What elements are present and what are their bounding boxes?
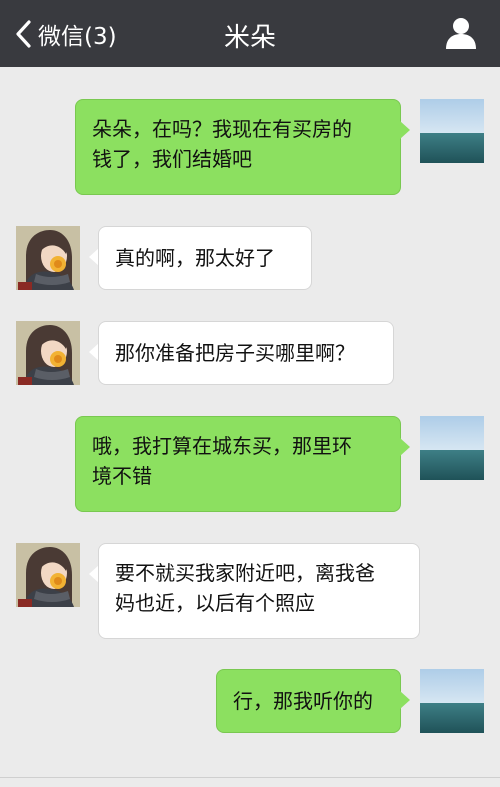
self-avatar[interactable]: [420, 99, 484, 163]
self-avatar[interactable]: [420, 669, 484, 733]
message-line: 那你准备把房子买哪里啊？: [115, 341, 355, 365]
contact-avatar[interactable]: [16, 543, 80, 607]
message-line: 钱了，我们结婚吧: [92, 147, 252, 171]
message-line: 境不错: [92, 464, 152, 488]
message-bubble[interactable]: 哦，我打算在城东买，那里环 境不错: [75, 416, 401, 512]
input-bar-divider: [0, 777, 500, 778]
message-bubble[interactable]: 那你准备把房子买哪里啊？: [98, 321, 394, 385]
contact-avatar[interactable]: [16, 226, 80, 290]
message-line: 朵朵，在吗？我现在有买房的: [92, 117, 352, 141]
message-line: 要不就买我家附近吧，离我爸: [115, 561, 375, 585]
message-line: 哦，我打算在城东买，那里环: [92, 434, 352, 458]
profile-icon[interactable]: [444, 16, 478, 50]
message-bubble[interactable]: 要不就买我家附近吧，离我爸 妈也近，以后有个照应: [98, 543, 420, 639]
message-bubble[interactable]: 朵朵，在吗？我现在有买房的 钱了，我们结婚吧: [75, 99, 401, 195]
top-bar: 微信(3) 米朵: [0, 0, 500, 67]
message-bubble[interactable]: 行，那我听你的: [216, 669, 401, 733]
message-line: 妈也近，以后有个照应: [115, 591, 315, 615]
self-avatar[interactable]: [420, 416, 484, 480]
message-bubble[interactable]: 真的啊，那太好了: [98, 226, 312, 290]
message-line: 行，那我听你的: [233, 689, 373, 713]
contact-avatar[interactable]: [16, 321, 80, 385]
message-line: 真的啊，那太好了: [115, 246, 275, 270]
chat-title: 米朵: [223, 23, 276, 53]
